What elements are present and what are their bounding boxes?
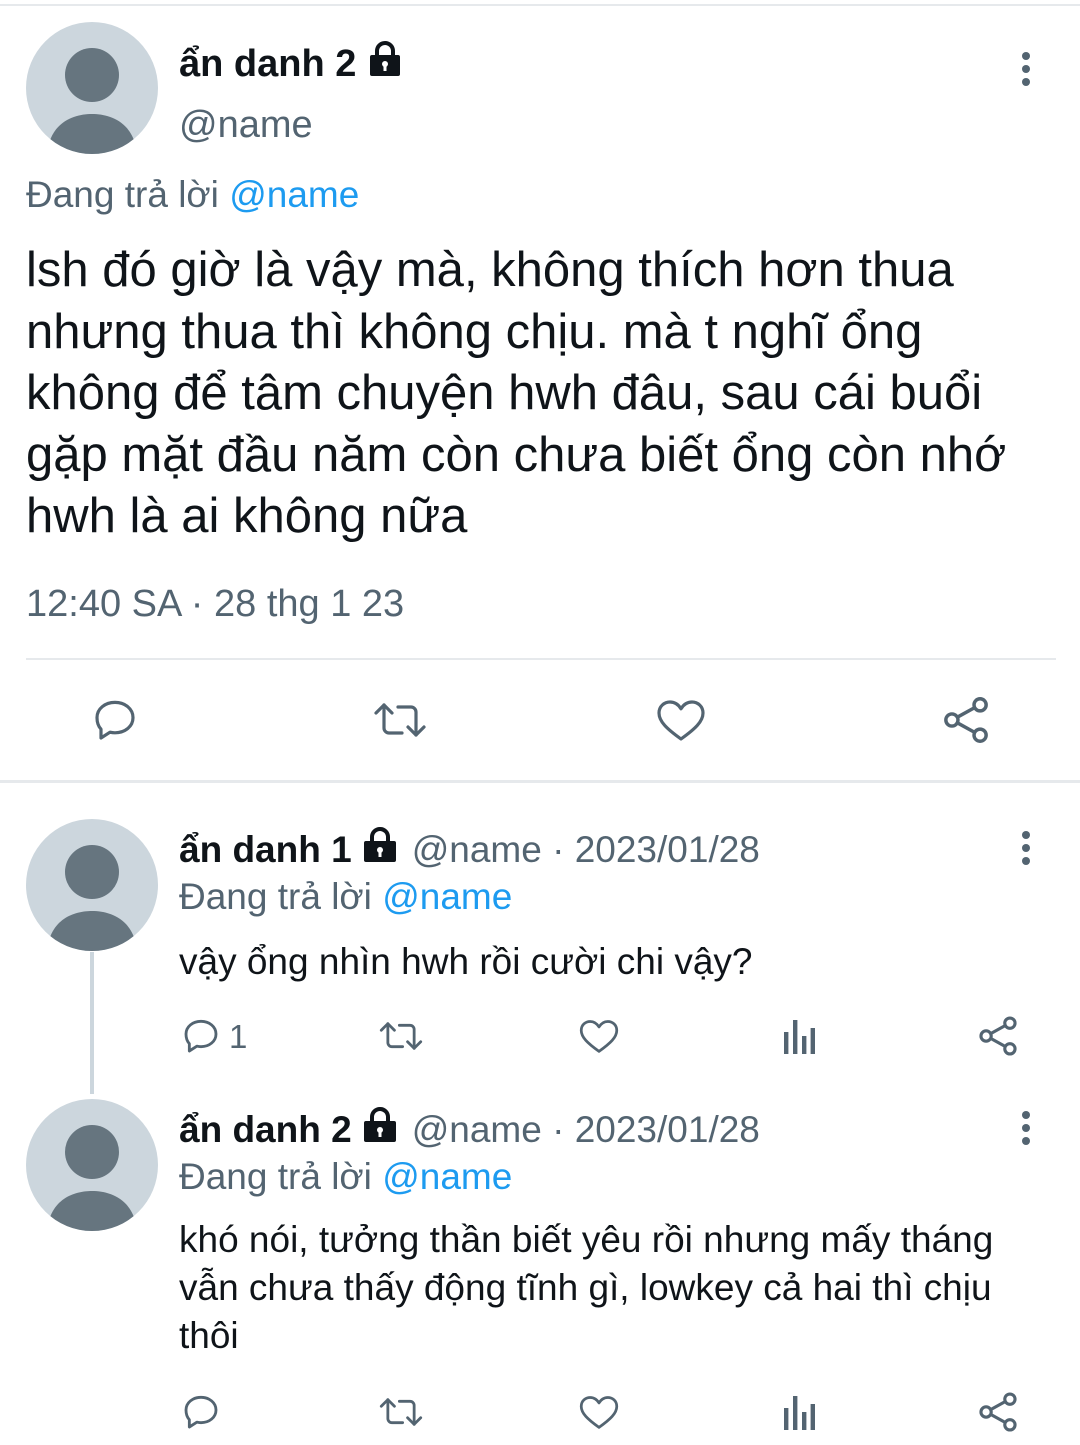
reply-text: khó nói, tưởng thần biết yêu rồi nhưng m… [179,1219,994,1356]
replying-to-link[interactable]: @name [382,1156,512,1197]
share-icon[interactable] [976,1390,1020,1434]
reply-header: ẩn danh 1 @name · 2023/01/28 [179,826,760,873]
replying-to-link[interactable]: @name [229,174,359,215]
thread-line [90,952,94,1094]
like-icon[interactable] [655,696,707,744]
author-name[interactable]: ẩn danh 2 [179,1109,352,1151]
timestamp[interactable]: 12:40 SA · 28 thg 1 23 [26,583,404,626]
views-icon[interactable] [780,1016,816,1056]
lock-icon [366,40,404,88]
replying-to-link[interactable]: @name [382,876,512,917]
more-options-icon[interactable] [1018,831,1034,870]
replying-to: Đang trả lời @name [179,1156,513,1197]
retweet-icon[interactable] [372,696,428,744]
views-icon[interactable] [780,1392,816,1432]
avatar[interactable] [26,819,158,951]
author-meta[interactable]: @name · 2023/01/28 [412,829,760,871]
author-name[interactable]: ẩn danh 2 [179,40,404,88]
replying-to: Đang trả lời @name [179,876,513,917]
reply-count: 1 [229,1018,248,1055]
reply-icon[interactable] [181,1016,221,1056]
avatar[interactable] [26,22,158,154]
avatar[interactable] [26,1099,158,1231]
author-name[interactable]: ẩn danh 1 [179,829,352,871]
lock-icon [360,826,400,873]
more-options-icon[interactable] [1018,52,1034,91]
reply-icon[interactable] [91,696,139,744]
author-meta[interactable]: @name · 2023/01/28 [412,1109,760,1151]
lock-icon [360,1106,400,1153]
section-separator [0,780,1080,783]
reply-header: ẩn danh 2 @name · 2023/01/28 [179,1106,760,1153]
top-divider [0,4,1080,6]
retweet-icon[interactable] [378,1016,424,1056]
replying-to: Đang trả lời @name [26,174,360,215]
like-icon[interactable] [578,1392,620,1432]
reply-text: vậy ổng nhìn hwh rồi cười chi vậy? [179,941,753,982]
share-icon[interactable] [940,694,992,746]
share-icon[interactable] [976,1014,1020,1058]
divider [26,658,1056,660]
author-handle[interactable]: @name [179,104,313,147]
more-options-icon[interactable] [1018,1111,1034,1150]
tweet-text: lsh đó giờ là vậy mà, không thích hơn th… [26,243,1007,543]
like-icon[interactable] [578,1016,620,1056]
reply-icon[interactable] [181,1392,221,1432]
retweet-icon[interactable] [378,1392,424,1432]
